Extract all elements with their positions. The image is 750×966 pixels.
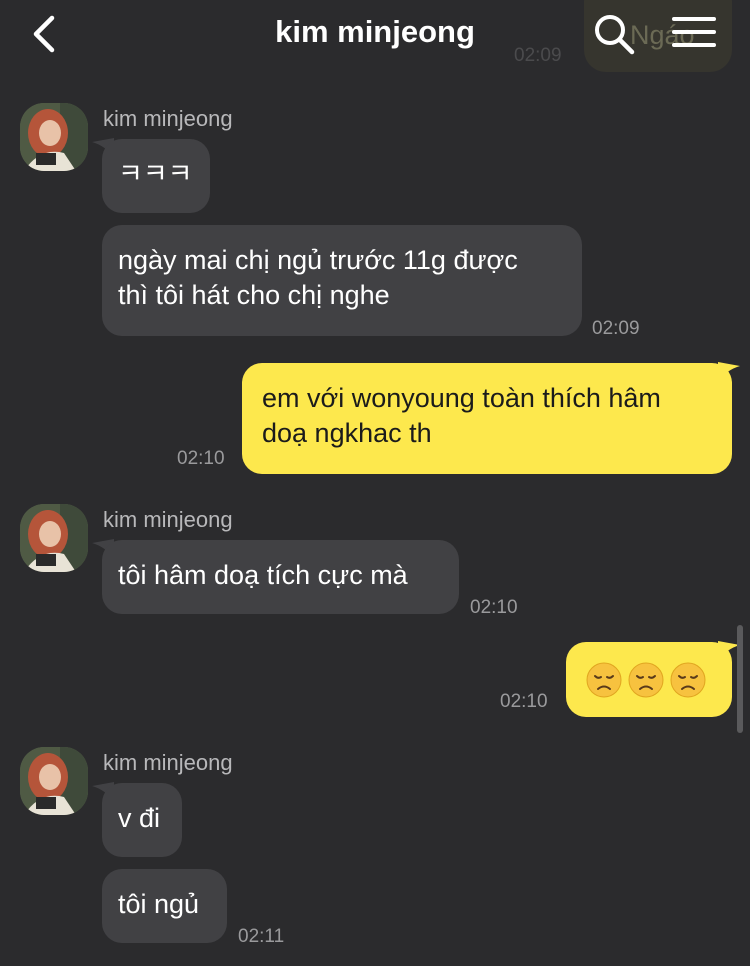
message-time: 02:09 xyxy=(592,318,640,339)
message-bubble[interactable]: tôi hâm doạ tích cực mà xyxy=(102,540,459,614)
message-bubble[interactable]: tôi ngủ xyxy=(102,869,227,943)
chat-header: Ngáo 02:09 kim minjeong xyxy=(0,0,750,72)
chat-title: kim minjeong xyxy=(275,14,475,49)
message-time: 02:11 xyxy=(238,926,285,947)
disappointed-face-icon xyxy=(586,662,622,698)
message-text-line: thì tôi hát cho chị nghe xyxy=(118,280,390,310)
avatar[interactable] xyxy=(20,747,88,815)
message-bubble[interactable]: ㅋㅋㅋ xyxy=(102,139,210,213)
message-text: tôi hâm doạ tích cực mà xyxy=(118,560,408,590)
message-text: v đi xyxy=(118,803,161,833)
message-time: 02:10 xyxy=(470,597,518,618)
disappointed-face-icon xyxy=(628,662,664,698)
message-text-line: doạ ngkhac th xyxy=(262,418,432,448)
disappointed-face-icon xyxy=(670,662,706,698)
message-bubble[interactable]: v đi xyxy=(102,783,182,857)
message-time: 02:10 xyxy=(500,691,548,712)
message-text: ㅋㅋㅋ xyxy=(118,159,193,189)
message-bubble[interactable]: em với wonyoung toàn thích hâm doạ ngkha… xyxy=(242,363,732,474)
search-icon[interactable] xyxy=(592,12,636,56)
avatar[interactable] xyxy=(20,504,88,572)
sender-name: kim minjeong xyxy=(103,750,233,775)
sender-name: kim minjeong xyxy=(103,106,233,131)
hamburger-menu-icon[interactable] xyxy=(672,15,716,51)
message-time: 02:10 xyxy=(177,448,225,469)
message-text-line: em với wonyoung toàn thích hâm xyxy=(262,383,661,413)
message-text: tôi ngủ xyxy=(118,889,200,919)
message-text-line: ngày mai chị ngủ trước 11g được xyxy=(118,245,518,275)
sender-name: kim minjeong xyxy=(103,507,233,532)
avatar[interactable] xyxy=(20,103,88,171)
message-bubble[interactable] xyxy=(566,642,732,717)
scrollbar[interactable] xyxy=(737,625,743,733)
message-bubble[interactable]: ngày mai chị ngủ trước 11g được thì tôi … xyxy=(102,225,582,336)
